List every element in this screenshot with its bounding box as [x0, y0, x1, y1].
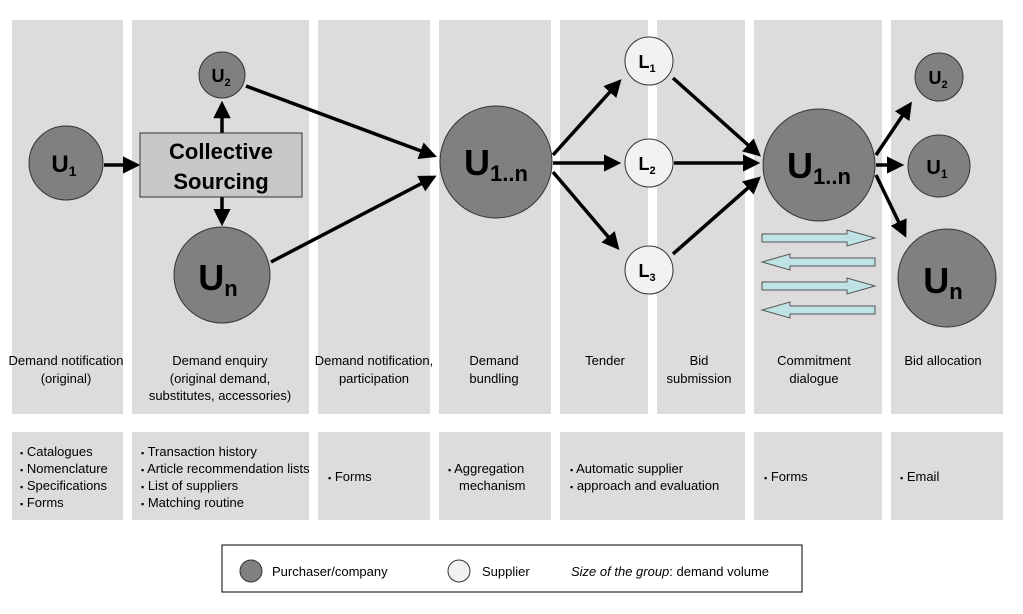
phase-label: substitutes, accessories)	[149, 388, 291, 403]
phase-label: participation	[339, 371, 409, 386]
phase-label: (original demand,	[170, 371, 270, 386]
tool-list: ▪ Forms	[764, 469, 808, 484]
node-u1-left: U1	[28, 125, 104, 201]
phase-label: bundling	[469, 371, 518, 386]
phase-label: Demand enquiry	[172, 353, 268, 368]
node-u1-right: U1	[907, 134, 971, 198]
svg-text:mechanism: mechanism	[459, 478, 525, 493]
node-u2-top: U2	[198, 51, 246, 99]
svg-text:▪ Nomenclature: ▪ Nomenclature	[20, 461, 108, 476]
phase-label: (original)	[41, 371, 92, 386]
svg-text:▪ Automatic supplier: ▪ Automatic supplier	[570, 461, 684, 476]
svg-text:▪ Forms: ▪ Forms	[328, 469, 372, 484]
svg-text:▪ Forms: ▪ Forms	[764, 469, 808, 484]
tool-box	[439, 432, 551, 520]
node-u1n-mid: U1..n	[439, 105, 553, 219]
phase-label: Demand notification,	[315, 353, 434, 368]
node-l3: L3	[624, 245, 674, 295]
collective-sourcing-box: Collective Sourcing	[139, 132, 303, 198]
supplier-swatch	[447, 559, 471, 583]
node-u2-right: U2	[914, 52, 964, 102]
svg-text:▪ Forms: ▪ Forms	[20, 495, 64, 510]
phase-label: Demand	[469, 353, 518, 368]
svg-text:▪ Aggregation: ▪ Aggregation	[448, 461, 524, 476]
svg-text:▪ Article recommendation lists: ▪ Article recommendation lists	[141, 461, 310, 476]
svg-text:▪ Catalogues: ▪ Catalogues	[20, 444, 93, 459]
phase-label: Tender	[585, 353, 625, 368]
node-un-right: Un	[897, 228, 997, 328]
legend-purchaser: Purchaser/company	[272, 564, 388, 579]
svg-text:▪ approach and evaluation: ▪ approach and evaluation	[570, 478, 719, 493]
legend: Purchaser/company Supplier Size of the g…	[221, 544, 803, 593]
phase-label: Bid	[690, 353, 709, 368]
phase-label: dialogue	[789, 371, 838, 386]
phase-label: Demand notification	[9, 353, 124, 368]
svg-text:▪ Matching routine: ▪ Matching routine	[141, 495, 244, 510]
svg-text:▪ Email: ▪ Email	[900, 469, 939, 484]
procurement-process-diagram: Demand notification (original) Demand en…	[9, 20, 1003, 593]
node-un-bottom: Un	[173, 226, 271, 324]
svg-text:▪ Transaction history: ▪ Transaction history	[141, 444, 257, 459]
legend-size-note: Size of the group: demand volume	[571, 564, 769, 579]
node-l1: L1	[624, 36, 674, 86]
phase-label: submission	[666, 371, 731, 386]
svg-text:Sourcing: Sourcing	[173, 169, 268, 194]
tool-list: ▪ Forms	[328, 469, 372, 484]
tool-box	[560, 432, 745, 520]
purchaser-swatch	[239, 559, 263, 583]
phase-label: Commitment	[777, 353, 851, 368]
svg-text:Collective: Collective	[169, 139, 273, 164]
svg-text:▪ List of suppliers: ▪ List of suppliers	[141, 478, 239, 493]
tool-list: ▪ Email	[900, 469, 939, 484]
node-l2: L2	[624, 138, 674, 188]
phase-label: Bid allocation	[904, 353, 981, 368]
svg-text:▪ Specifications: ▪ Specifications	[20, 478, 108, 493]
legend-supplier: Supplier	[482, 564, 530, 579]
node-u1n-right: U1..n	[762, 108, 876, 222]
